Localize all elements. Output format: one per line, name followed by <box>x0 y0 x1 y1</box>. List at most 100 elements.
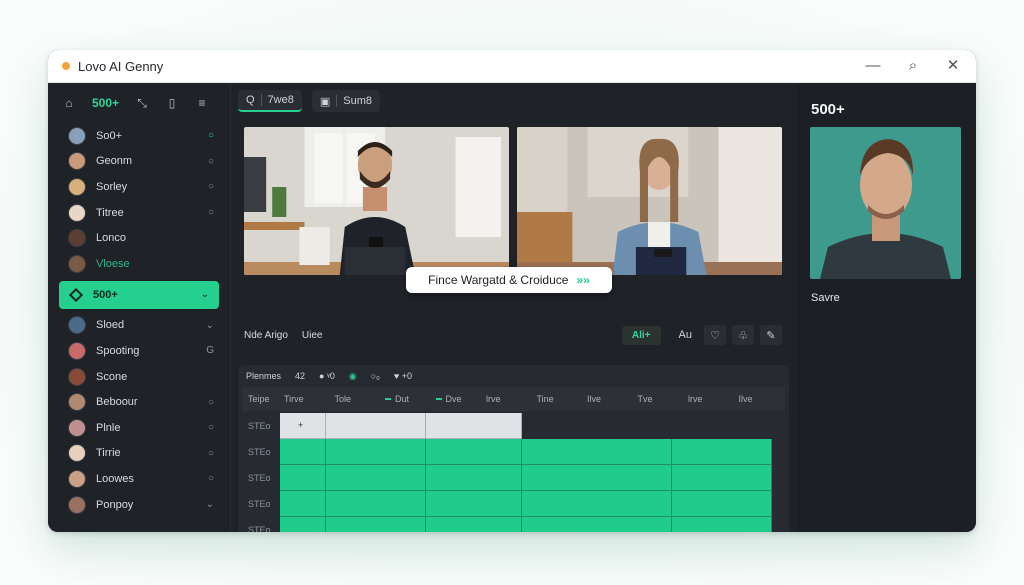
search-icon: Q <box>246 94 255 106</box>
female-presenter-image <box>517 127 782 275</box>
close-icon[interactable]: ✕ <box>944 57 962 75</box>
grid-column-label: Ilve <box>738 394 753 404</box>
sidebar-item-label: Sorley <box>96 180 128 193</box>
grid-cell-empty[interactable] <box>326 413 426 439</box>
record-icon[interactable]: ◉ <box>349 371 357 382</box>
avatar-portrait[interactable] <box>810 127 961 279</box>
sidebar-item[interactable]: Beboour ○ <box>48 389 230 415</box>
forward-arrows-icon[interactable]: »» <box>576 273 589 287</box>
grid-cell-filled[interactable] <box>522 517 672 532</box>
grid-cell-filled[interactable] <box>326 491 426 517</box>
grid-column-header[interactable]: Dve <box>432 394 483 404</box>
grid-row-label: STEo <box>248 499 271 509</box>
pencil-icon[interactable]: ✎ <box>760 325 782 345</box>
grid-column-header[interactable]: Tve <box>634 394 685 404</box>
grid-cell-filled[interactable] <box>672 439 772 465</box>
grid-row: STEo <box>242 491 785 517</box>
grid-cells: + <box>280 413 785 439</box>
sidebar-item[interactable]: So0+ ○ <box>48 123 230 149</box>
toolbar-value[interactable]: Uiee <box>302 330 622 341</box>
sidebar-item-status-icon: G <box>206 345 214 357</box>
grid-cell-filled[interactable] <box>672 491 772 517</box>
grid-cell-filled[interactable] <box>672 517 772 532</box>
sidebar-item-label: Geonm <box>96 155 133 168</box>
sidebar-item[interactable]: Plnle ○ <box>48 415 230 441</box>
grid-column-header[interactable]: Tirve <box>280 394 331 404</box>
document-icon[interactable]: ▯ <box>165 96 179 110</box>
tab-video[interactable]: Q 7we8 <box>238 90 302 112</box>
grid-cell-filled[interactable] <box>672 465 772 491</box>
grid-cell-filled[interactable] <box>426 517 522 532</box>
grid-column-label: Tole <box>334 394 352 404</box>
panel-meta-c[interactable]: ○₀ <box>371 371 380 381</box>
home-icon[interactable]: ⌂ <box>62 96 76 110</box>
grid-column-label: lrve <box>688 394 703 404</box>
avatar <box>68 469 86 488</box>
column-marker <box>385 398 391 400</box>
sidebar-brand-count[interactable]: 500+ <box>92 96 119 110</box>
heart-icon[interactable]: ♡ <box>704 325 726 345</box>
tab-summary[interactable]: ▣ Sum8 <box>311 90 381 112</box>
sidebar-item[interactable]: Tirrie ○ <box>48 441 230 467</box>
resize-icon[interactable]: ⤡ <box>135 96 149 111</box>
grid-cell-filled[interactable] <box>280 465 326 491</box>
sidebar: ⌂ 500+ ⤡ ▯ ≡ So0+ ○ Geonm ○ Sorley ○ Titree ○ Lo… <box>48 83 231 532</box>
sidebar-item-label: 500+ <box>93 288 118 301</box>
panel-meta-d[interactable]: ♥ +0 <box>394 371 412 381</box>
minimize-icon[interactable]: — <box>864 57 882 75</box>
sidebar-item[interactable]: Geonm ○ <box>48 149 230 175</box>
grid-cell-filled[interactable] <box>326 465 426 491</box>
club-icon[interactable]: ♧ <box>732 325 754 345</box>
video-preview-female[interactable] <box>517 127 782 275</box>
grid-column-header[interactable]: Tole <box>331 394 382 404</box>
video-preview-male[interactable] <box>244 127 509 275</box>
grid-column-header[interactable]: Ilve <box>735 394 786 404</box>
grid-header: Teipe Tirve Tole Dut Dve lrve Tine Ilve Tve lrve… <box>242 387 785 411</box>
grid-cells <box>280 439 785 465</box>
grid-column-header[interactable]: Dut <box>381 394 432 404</box>
caption-banner[interactable]: Fince Wargatd & Croiduce »» <box>406 267 612 293</box>
grid-column-header[interactable]: lrve <box>684 394 735 404</box>
grid-cell-filled[interactable] <box>326 439 426 465</box>
grid-cell-filled[interactable] <box>280 491 326 517</box>
grid-cell-empty[interactable] <box>426 413 522 439</box>
panel-meta-a[interactable]: ● ᵞ0 <box>319 371 335 381</box>
sidebar-item[interactable]: Ponpoy ⌄ <box>48 492 230 518</box>
grid-cell-filled[interactable] <box>426 491 522 517</box>
sidebar-item-label: Beboour <box>96 396 138 409</box>
grid-cell-filled[interactable] <box>280 517 326 532</box>
au-button[interactable]: Au <box>673 325 698 345</box>
grid-cell-filled[interactable] <box>522 465 672 491</box>
grid-cell-filled[interactable] <box>426 465 522 491</box>
grid-column-header[interactable]: Tine <box>533 394 584 404</box>
sidebar-item[interactable]: Scone <box>48 364 230 390</box>
sidebar-item[interactable]: 500+ ⌄ <box>59 280 219 309</box>
sidebar-item[interactable]: Spooting G <box>48 338 230 364</box>
avatar <box>68 341 86 360</box>
grid-cells <box>280 517 785 532</box>
grid-cell-filled[interactable] <box>426 439 522 465</box>
grid-column-header[interactable]: Ilve <box>583 394 634 404</box>
app-logo-dot <box>62 62 70 70</box>
grid-column-label: Ilve <box>587 394 602 404</box>
grid-cell-filled[interactable] <box>326 517 426 532</box>
sidebar-item[interactable]: Lonco <box>48 225 230 251</box>
sidebar-item[interactable]: Vloese <box>48 251 230 277</box>
all-button[interactable]: Ali+ <box>621 325 661 345</box>
sidebar-item[interactable]: Sorley ○ <box>48 174 230 200</box>
grid-cell-filled[interactable] <box>280 439 326 465</box>
grid-column-header[interactable]: lrve <box>482 394 533 404</box>
row-header-label: Teipe <box>248 394 270 404</box>
grid-cell-filled[interactable] <box>522 439 672 465</box>
sidebar-item[interactable]: Titree ○ <box>48 200 230 226</box>
sidebar-item-status-icon: ○ <box>207 181 214 193</box>
search-icon[interactable]: ⌕ <box>904 57 922 75</box>
menu-icon[interactable]: ≡ <box>195 96 209 110</box>
grid-cell-empty[interactable]: + <box>280 413 326 439</box>
grid-cell-filled[interactable] <box>522 491 672 517</box>
sidebar-item[interactable]: Loowes ○ <box>48 466 230 492</box>
sidebar-item-status-icon: ○ <box>207 155 214 167</box>
add-icon[interactable]: + <box>298 420 303 430</box>
layout-icon: ▣ <box>319 95 331 108</box>
sidebar-item[interactable]: Sloed ⌄ <box>48 313 230 339</box>
